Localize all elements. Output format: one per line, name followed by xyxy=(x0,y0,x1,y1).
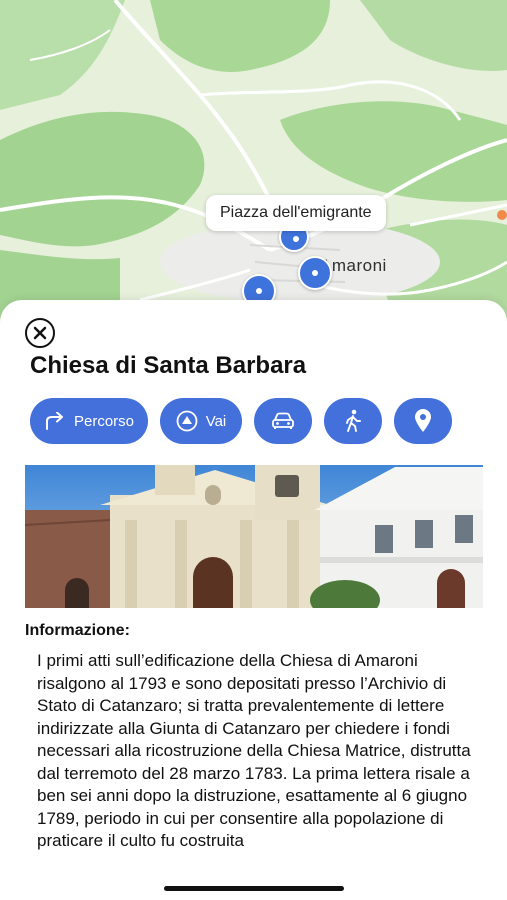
church-photo-image xyxy=(25,465,483,608)
map-pin-selected[interactable] xyxy=(298,256,332,290)
route-button-label: Percorso xyxy=(73,412,135,430)
walking-person-icon xyxy=(346,409,361,432)
map-view[interactable]: Amaroni Piazza dell'emigrante xyxy=(0,0,507,330)
navigation-arrow-icon xyxy=(176,410,198,432)
action-bar: Percorso Vai xyxy=(30,398,452,444)
go-button-label: Vai xyxy=(205,412,227,430)
info-description: I primi atti sull’edificazione della Chi… xyxy=(37,651,471,850)
close-icon xyxy=(33,326,47,340)
go-button[interactable]: Vai xyxy=(160,398,242,444)
place-photo xyxy=(25,465,483,608)
walk-mode-button[interactable] xyxy=(324,398,382,444)
location-pin-icon xyxy=(415,409,431,432)
turn-right-arrow-icon xyxy=(45,412,63,430)
show-on-map-button[interactable] xyxy=(394,398,452,444)
page-title: Chiesa di Santa Barbara xyxy=(30,352,307,379)
route-button[interactable]: Percorso xyxy=(30,398,148,444)
home-indicator[interactable] xyxy=(164,886,344,891)
close-button[interactable] xyxy=(25,318,55,348)
car-mode-button[interactable] xyxy=(254,398,312,444)
info-heading: Informazione: xyxy=(25,622,130,639)
map-callout[interactable]: Piazza dell'emigrante xyxy=(206,195,386,231)
car-icon xyxy=(272,412,294,429)
place-detail-sheet: Chiesa di Santa Barbara Percorso Vai Inf… xyxy=(0,300,507,900)
